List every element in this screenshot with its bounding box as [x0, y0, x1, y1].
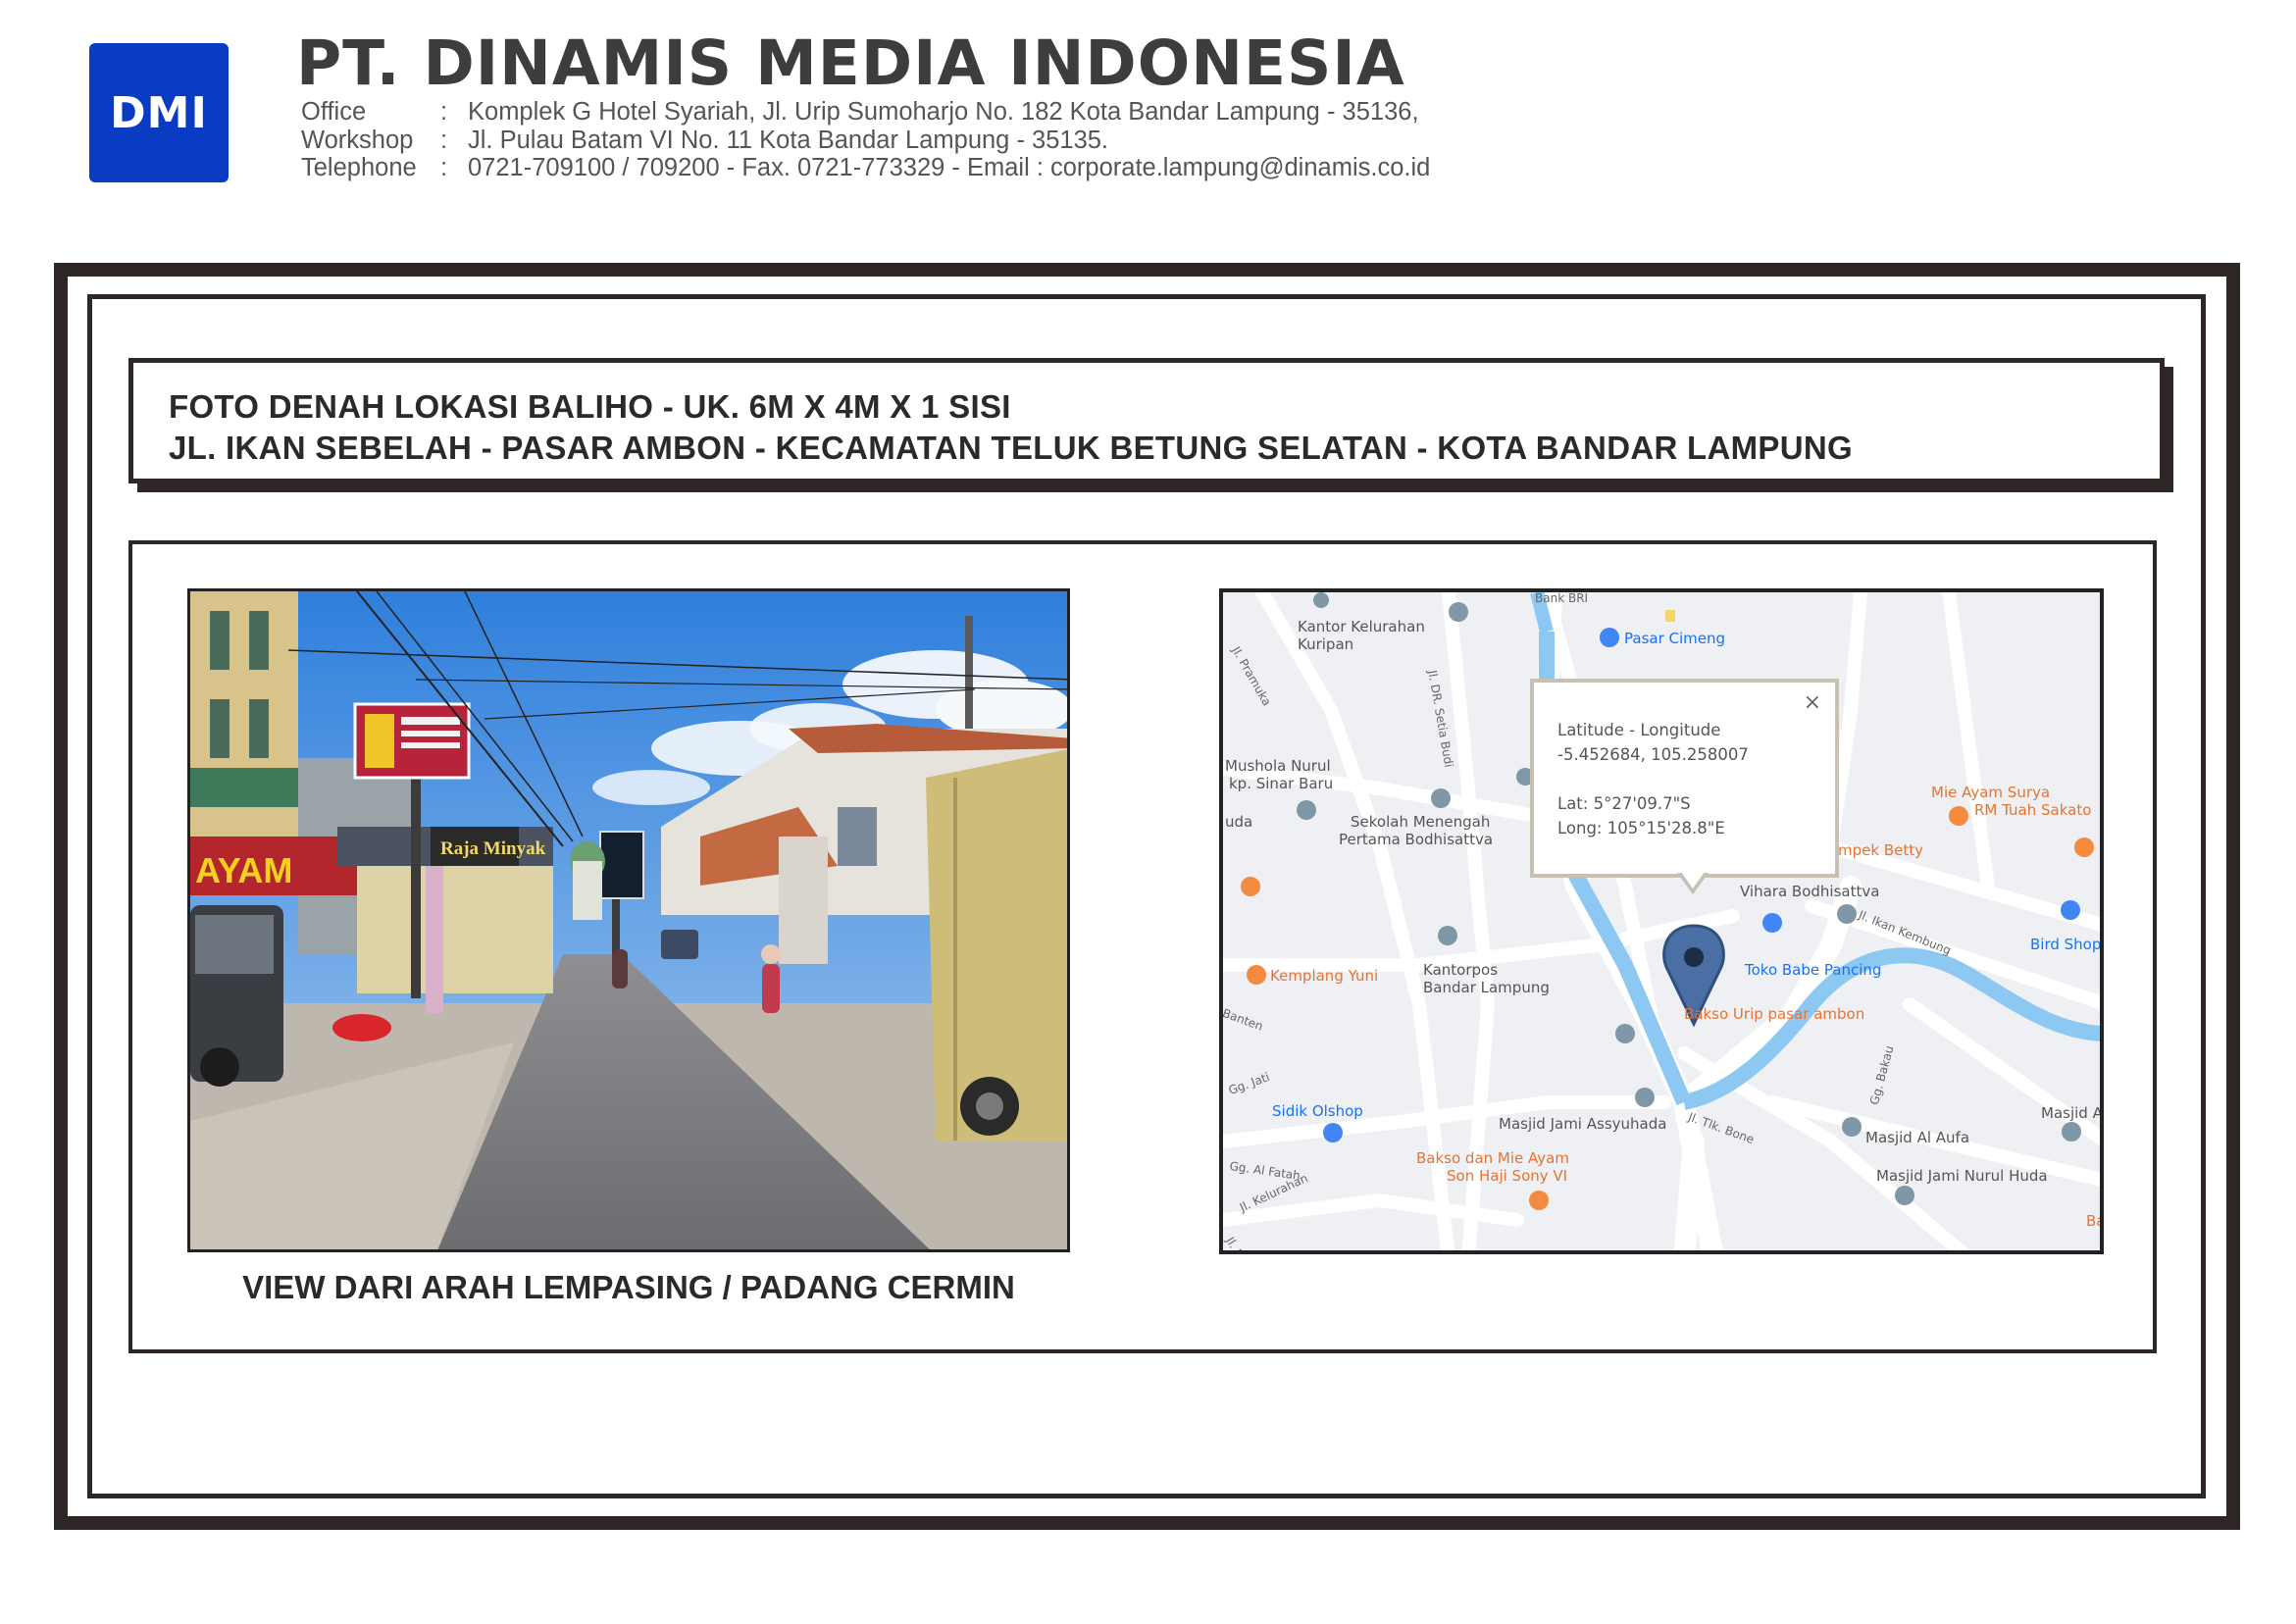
- popup-tail-inner: [1681, 872, 1705, 888]
- map-label-empek-betty: mpek Betty: [1838, 841, 1923, 859]
- company-name: PT. DINAMIS MEDIA INDONESIA: [296, 27, 1405, 99]
- map-label-vihara: Vihara Bodhisattva: [1740, 883, 1880, 900]
- map-label-sekolah: Sekolah Menengah: [1351, 813, 1491, 831]
- map-label-masjid-assyuhada: Masjid Jami Assyuhada: [1499, 1115, 1667, 1133]
- map-info-popup: × Latitude - Longitude -5.452684, 105.25…: [1530, 679, 1839, 878]
- popup-coords: -5.452684, 105.258007: [1557, 745, 1749, 764]
- map-label-kuripan: Kuripan: [1298, 635, 1354, 653]
- contact-telephone: Telephone : 0721-709100 / 709200 - Fax. …: [301, 154, 1430, 182]
- map-label-pertama: Pertama Bodhisattva: [1339, 831, 1494, 848]
- street-photo-illustration: AYAM Raja Minyak: [190, 591, 1067, 1249]
- map-label-rm-tuah-sakato: RM Tuah Sakato: [1974, 801, 2092, 819]
- map-label-kantor-kelurahan: Kantor Kelurahan: [1298, 618, 1425, 635]
- close-icon[interactable]: ×: [1804, 690, 1821, 715]
- map-label-bank-bri: Bank BRI: [1535, 591, 1589, 605]
- map-label-sinar-baru: kp. Sinar Baru: [1229, 775, 1334, 792]
- contact-info: Office : Komplek G Hotel Syariah, Jl. Ur…: [301, 98, 1430, 182]
- contact-separator: :: [440, 154, 448, 181]
- title-box: FOTO DENAH LOKASI BALIHO - UK. 6M X 4M X…: [128, 358, 2165, 483]
- popup-heading: Latitude - Longitude: [1557, 721, 1721, 739]
- map-label-masjid-nurul-huda: Masjid Jami Nurul Huda: [1876, 1167, 2048, 1185]
- map-label-bird-shop: Bird Shop: [2030, 936, 2102, 953]
- map-label-masjid-al-aufa: Masjid Al Aufa: [1865, 1129, 1970, 1146]
- contact-label: Telephone: [301, 154, 417, 181]
- contact-value: Komplek G Hotel Syariah, Jl. Urip Sumoha…: [468, 98, 1419, 126]
- map-label-masjid-a: Masjid A: [2041, 1104, 2103, 1122]
- map-label-bakso-mie: Bakso dan Mie Ayam: [1416, 1149, 1569, 1167]
- street-photo: AYAM Raja Minyak: [187, 588, 1070, 1252]
- title-line-1: FOTO DENAH LOKASI BALIHO - UK. 6M X 4M X…: [169, 388, 1011, 425]
- map-label-bandar-lampung: Bandar Lampung: [1423, 979, 1550, 996]
- contact-value: 0721-709100 / 709200 - Fax. 0721-773329 …: [468, 154, 1431, 181]
- contact-workshop: Workshop : Jl. Pulau Batam VI No. 11 Kot…: [301, 127, 1430, 155]
- map-label-sidik-olshop: Sidik Olshop: [1272, 1102, 1363, 1120]
- contact-label: Office: [301, 98, 367, 126]
- map-label-mushola: Mushola Nurul: [1225, 757, 1331, 775]
- logo-text: DMI: [110, 87, 208, 138]
- contact-value: Jl. Pulau Batam VI No. 11 Kota Bandar La…: [468, 126, 1109, 154]
- company-logo: DMI: [89, 43, 229, 182]
- contact-label: Workshop: [301, 126, 414, 154]
- map-label-uda: uda: [1225, 813, 1253, 831]
- title-line-2: JL. IKAN SEBELAH - PASAR AMBON - KECAMAT…: [169, 430, 1853, 466]
- contact-separator: :: [440, 126, 448, 154]
- raja-minyak-sign: Raja Minyak: [440, 838, 546, 859]
- photo-caption: VIEW DARI ARAH LEMPASING / PADANG CERMIN: [242, 1269, 1015, 1305]
- map-label-kemplang-yuni: Kemplang Yuni: [1270, 967, 1379, 985]
- popup-long: Long: 105°15'28.8"E: [1557, 819, 1725, 837]
- map-label-mie-ayam-surya: Mie Ayam Surya: [1931, 784, 2051, 801]
- map-label-kantorpos: Kantorpos: [1423, 961, 1499, 979]
- contact-separator: :: [440, 98, 448, 126]
- contact-office: Office : Komplek G Hotel Syariah, Jl. Ur…: [301, 98, 1430, 127]
- map-label-son-haji: Son Haji Sony VI: [1447, 1167, 1568, 1185]
- map-label-pasar-cimeng: Pasar Cimeng: [1624, 630, 1726, 647]
- popup-lat: Lat: 5°27'09.7"S: [1557, 794, 1691, 813]
- map-label-bakso-urip: Bakso Urip pasar ambon: [1684, 1005, 1865, 1023]
- map-label-toko-babe: Toko Babe Pancing: [1745, 961, 1882, 979]
- ayam-sign: AYAM: [195, 850, 292, 890]
